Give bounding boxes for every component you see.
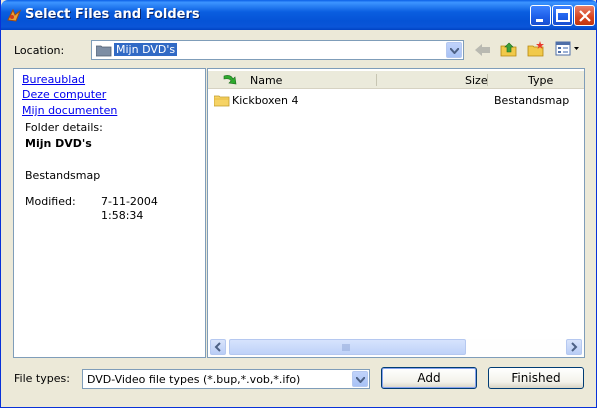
link-bureaublad[interactable]: Bureaublad — [22, 73, 85, 86]
folder-details-label: Folder details: — [25, 121, 103, 134]
column-type[interactable]: Type — [528, 74, 553, 87]
modified-time: 1:58:34 — [101, 209, 144, 222]
finished-button[interactable]: Finished — [488, 367, 584, 389]
up-folder-icon[interactable] — [500, 40, 518, 58]
file-type: Bestandsmap — [494, 94, 570, 107]
file-types-label: File types: — [14, 372, 70, 385]
location-value: Mijn DVD's — [114, 43, 178, 56]
maximize-button[interactable] — [552, 5, 573, 26]
sort-arrow-icon[interactable] — [222, 73, 240, 87]
minimize-button[interactable] — [530, 5, 551, 26]
folder-type: Bestandsmap — [25, 169, 101, 182]
column-divider[interactable] — [487, 74, 488, 86]
modified-label: Modified: — [25, 195, 76, 208]
link-deze-computer[interactable]: Deze computer — [22, 88, 106, 101]
file-name: Kickboxen 4 — [232, 94, 299, 107]
folder-icon — [96, 45, 112, 57]
folder-name: Mijn DVD's — [25, 137, 92, 150]
dialog-window: Select Files and Folders Location: Mijn … — [0, 0, 597, 408]
back-arrow-icon[interactable] — [474, 42, 491, 58]
close-button[interactable] — [574, 5, 595, 26]
chevron-down-icon — [356, 377, 365, 383]
scroll-left-button[interactable] — [210, 339, 226, 355]
views-menu-icon[interactable] — [555, 41, 581, 57]
column-size[interactable]: Size — [465, 74, 488, 87]
grip-icon — [342, 344, 350, 351]
chevron-right-icon — [571, 342, 578, 352]
location-combo[interactable]: Mijn DVD's — [91, 40, 464, 60]
chevron-down-icon — [450, 48, 459, 54]
folder-icon — [214, 95, 230, 107]
column-header: Name Size Type — [208, 71, 584, 89]
location-dropdown-button[interactable] — [446, 42, 462, 58]
minimize-icon — [536, 19, 543, 22]
scroll-right-button[interactable] — [566, 339, 582, 355]
modified-date: 7-11-2004 — [101, 195, 158, 208]
file-types-dropdown-button[interactable] — [352, 371, 368, 387]
file-types-select[interactable]: DVD-Video file types (*.bup,*.vob,*.ifo) — [82, 369, 370, 389]
location-label: Location: — [14, 44, 65, 57]
app-icon — [7, 8, 22, 22]
scroll-thumb[interactable] — [229, 339, 466, 355]
column-name[interactable]: Name — [250, 74, 282, 87]
window-title: Select Files and Folders — [25, 7, 200, 22]
new-folder-icon[interactable] — [527, 40, 545, 58]
maximize-icon — [556, 9, 570, 22]
column-divider[interactable] — [376, 74, 377, 86]
link-mijn-documenten[interactable]: Mijn documenten — [22, 104, 117, 117]
file-types-value: DVD-Video file types (*.bup,*.vob,*.ifo) — [87, 373, 301, 386]
chevron-left-icon — [214, 342, 221, 352]
title-bar[interactable]: Select Files and Folders — [1, 0, 597, 30]
places-pane: Bureaublad Deze computer Mijn documenten… — [13, 68, 206, 358]
add-button[interactable]: Add — [381, 367, 477, 389]
list-item[interactable]: Kickboxen 4 Bestandsmap — [214, 93, 578, 109]
close-icon — [579, 10, 591, 22]
file-list-pane: Name Size Type Kickboxen 4 Bestandsmap — [207, 68, 585, 358]
horizontal-scrollbar[interactable] — [210, 339, 582, 355]
